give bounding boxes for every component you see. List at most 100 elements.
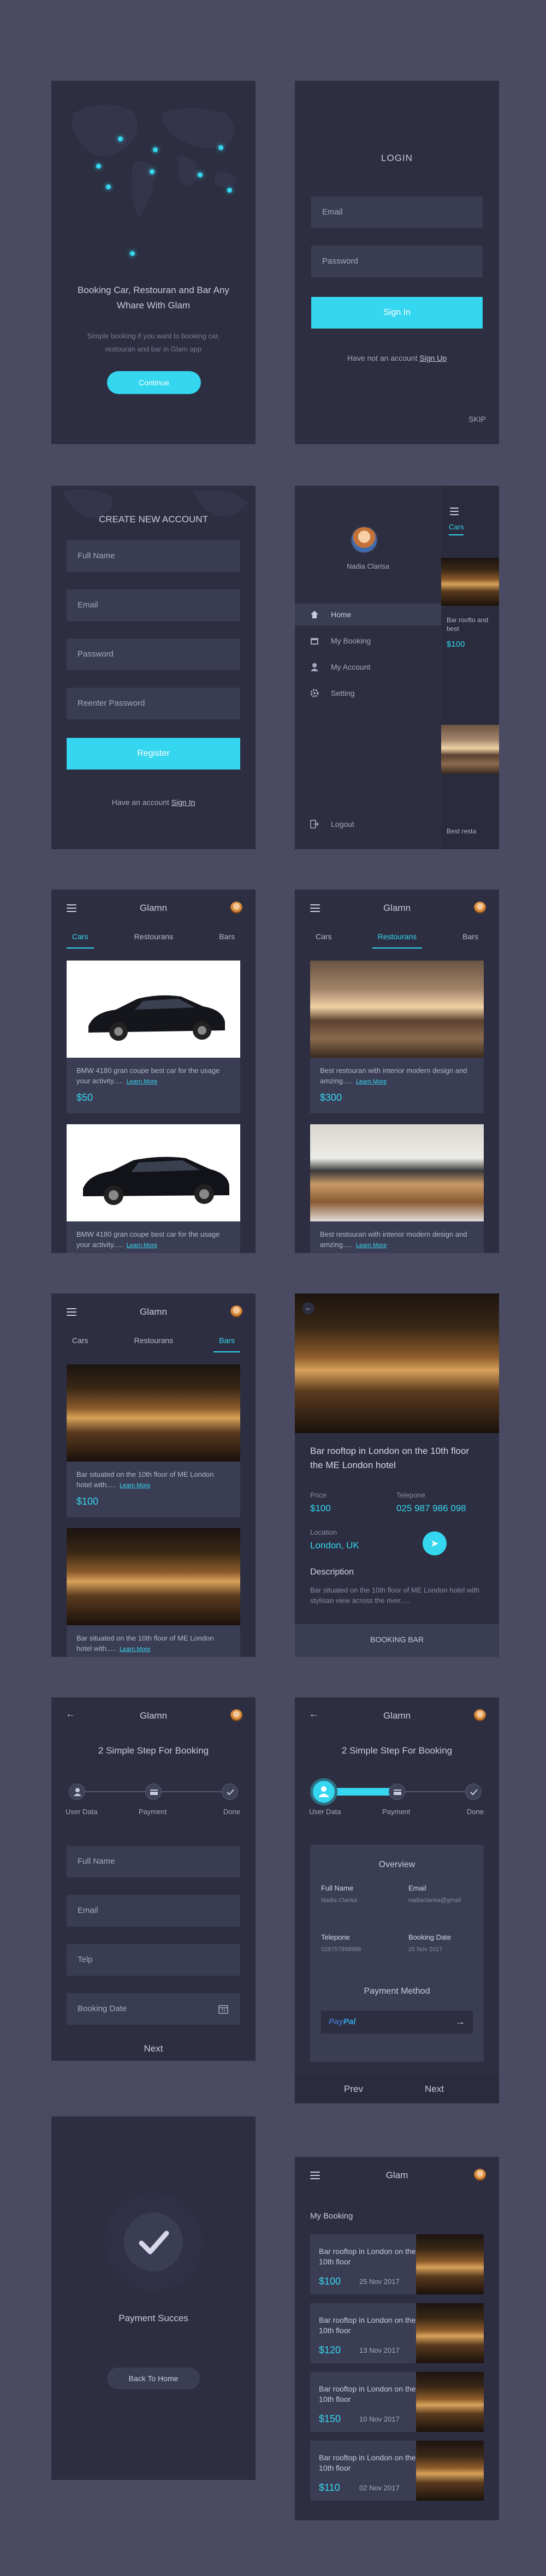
menu-item-label: My Account	[331, 663, 371, 671]
booking-date: 02 Nov 2017	[359, 2484, 400, 2492]
learn-more-link[interactable]: Learn More	[120, 1646, 150, 1653]
card-description: Best restouran with interior modern desi…	[320, 1066, 467, 1085]
booking-price: $120	[319, 2345, 341, 2356]
menu-item-my-booking[interactable]: My Booking	[295, 630, 441, 652]
booking-bar-button[interactable]: BOOKING BAR	[295, 1624, 499, 1657]
tab-cars[interactable]: Cars	[67, 1336, 94, 1352]
tab-cars[interactable]: Cars	[310, 932, 337, 949]
email-field[interactable]: Email	[311, 196, 483, 228]
continue-button[interactable]: Continue	[107, 371, 201, 394]
avatar[interactable]	[474, 902, 486, 914]
telp-field[interactable]: Telp	[67, 1944, 240, 1976]
reenter-password-field[interactable]: Reenter Password	[67, 688, 240, 719]
next-button[interactable]: Next	[425, 2084, 444, 2095]
map-pin	[130, 251, 135, 256]
telephone-value[interactable]: 025 987 986 098	[396, 1503, 466, 1514]
learn-more-link[interactable]: Learn More	[356, 1078, 387, 1085]
logout-button[interactable]: Logout	[295, 813, 441, 835]
peek-text: Bar roofto and best	[447, 616, 489, 633]
signup-link[interactable]: Sign Up	[419, 354, 447, 362]
signin-button[interactable]: Sign In	[311, 297, 483, 329]
tab-bars[interactable]: Bars	[457, 932, 484, 949]
calendar-icon	[311, 638, 318, 645]
password-field[interactable]: Password	[67, 639, 240, 670]
step-label: Payment	[139, 1808, 167, 1816]
restaurant-image	[310, 1124, 484, 1221]
booking-row[interactable]: Bar rooftop in London on the 10th floor …	[310, 2234, 484, 2294]
bar-card[interactable]: Bar situated on the 10th floor of ME Lon…	[67, 1364, 240, 1517]
location-value: London, UK	[310, 1540, 359, 1551]
email-field[interactable]: Email	[67, 1895, 240, 1927]
restaurant-card[interactable]: Best restouran with interior modern desi…	[310, 1124, 484, 1253]
side-menu-screen: Cars Bar roofto and best $100 Best resta…	[295, 486, 499, 849]
learn-more-link[interactable]: Learn More	[127, 1078, 157, 1085]
booking-price: $110	[319, 2482, 340, 2493]
booking-date-field[interactable]: Booking Date	[67, 1993, 240, 2025]
next-button[interactable]: Next	[51, 2037, 256, 2061]
register-button[interactable]: Register	[67, 738, 240, 770]
car-illustration	[88, 995, 225, 1041]
peek-content: Cars Bar roofto and best $100 Best resta	[441, 486, 499, 849]
menu-item-home[interactable]: Home	[295, 604, 441, 625]
app-title: Glamn	[383, 903, 411, 913]
booking-title: Bar rooftop in London on the 10th floor	[319, 2316, 416, 2335]
description-heading: Description	[310, 1567, 354, 1577]
calendar-icon[interactable]	[218, 2004, 228, 2014]
avatar[interactable]	[230, 1709, 242, 1721]
overview-card: Overview Full Name Nadia Clarisa Email n…	[310, 1845, 484, 2062]
car-card[interactable]: BMW 4180 gran coupe best car for the usa…	[67, 1124, 240, 1253]
password-field[interactable]: Password	[311, 246, 483, 277]
menu-item-setting[interactable]: Setting	[295, 682, 441, 704]
back-icon[interactable]: ←	[302, 1302, 314, 1314]
map-pin	[227, 188, 232, 193]
booking-row[interactable]: Bar rooftop in London on the 10th floor …	[310, 2372, 484, 2432]
app-header: Glam	[295, 2157, 499, 2193]
full-name-field[interactable]: Full Name	[67, 540, 240, 572]
avatar[interactable]	[230, 1305, 242, 1317]
car-image	[67, 961, 240, 1058]
booking-date: 10 Nov 2017	[359, 2415, 400, 2423]
learn-more-link[interactable]: Learn More	[127, 1242, 157, 1249]
navigate-icon[interactable]: ➤	[423, 1531, 447, 1555]
booking-row[interactable]: Bar rooftop in London on the 10th floor …	[310, 2303, 484, 2363]
tab-bars[interactable]: Bars	[213, 932, 240, 949]
paypal-option[interactable]: PayPal →	[321, 2011, 473, 2034]
app-header: Glamn	[51, 1293, 256, 1329]
gear-icon	[310, 689, 319, 697]
avatar[interactable]	[474, 1709, 486, 1721]
avatar[interactable]	[230, 902, 242, 914]
avatar[interactable]	[474, 2169, 486, 2181]
tab-restourans[interactable]: Restourans	[372, 932, 423, 949]
booking-thumbnail	[416, 2303, 484, 2363]
menu-item-label: My Booking	[331, 636, 371, 645]
menu-item-my-account[interactable]: My Account	[295, 656, 441, 678]
email-field[interactable]: Email	[67, 589, 240, 621]
booking-subtitle: 2 Simple Step For Booking	[341, 1745, 453, 1756]
skip-link[interactable]: SKIP	[468, 415, 486, 424]
bar-card[interactable]: Bar situated on the 10th floor of ME Lon…	[67, 1528, 240, 1657]
car-card[interactable]: BMW 4180 gran coupe best car for the usa…	[67, 961, 240, 1113]
no-account-text: Have not an account	[347, 354, 418, 362]
tab-cars[interactable]: Cars	[67, 932, 94, 949]
login-screen: LOGIN Email Password Sign In Have not an…	[295, 81, 499, 444]
avatar[interactable]	[351, 526, 378, 553]
back-home-button[interactable]: Back To Home	[107, 2368, 200, 2389]
success-text: Payment Succes	[118, 2313, 188, 2323]
telephone-label: Telepone	[396, 1491, 425, 1499]
learn-more-link[interactable]: Learn More	[356, 1242, 387, 1249]
signin-link[interactable]: Sign In	[171, 798, 195, 807]
full-name-field[interactable]: Full Name	[67, 1846, 240, 1877]
tab-bars[interactable]: Bars	[213, 1336, 240, 1352]
booking-price: $100	[319, 2276, 341, 2287]
restaurant-card[interactable]: Best restouran with interior modern desi…	[310, 961, 484, 1113]
prev-button[interactable]: Prev	[344, 2084, 363, 2095]
peek-tab[interactable]: Cars	[449, 523, 464, 535]
learn-more-link[interactable]: Learn More	[120, 1482, 150, 1489]
payment-success-screen: Payment Succes Back To Home	[51, 2116, 256, 2480]
booking-thumbnail	[416, 2372, 484, 2432]
tab-restourans[interactable]: Restourans	[129, 932, 179, 949]
app-header: ← Glamn	[51, 1697, 256, 1733]
tab-restourans[interactable]: Restourans	[129, 1336, 179, 1352]
booking-row[interactable]: Bar rooftop in London on the 10th floor …	[310, 2441, 484, 2501]
menu-icon[interactable]	[450, 508, 459, 517]
